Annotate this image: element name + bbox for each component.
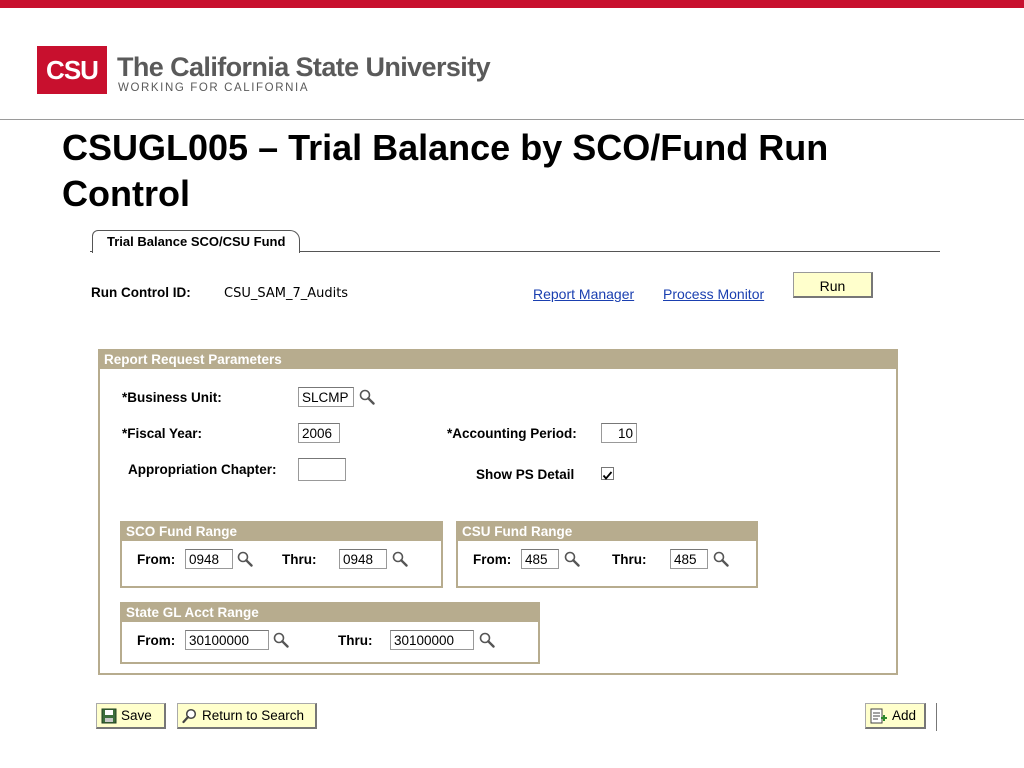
return-to-search-label: Return to Search: [202, 707, 305, 723]
run-control-value: CSU_SAM_7_Audits: [224, 286, 349, 301]
accounting-period-input[interactable]: 10: [601, 423, 637, 443]
slide-title: CSUGL005 – Trial Balance by SCO/Fund Run…: [62, 127, 829, 214]
sco-thru-label: Thru:: [282, 552, 317, 567]
csu-thru-input[interactable]: 485: [670, 549, 708, 569]
show-ps-detail-checkbox[interactable]: [601, 467, 614, 480]
gl-thru-lookup-icon[interactable]: [479, 632, 495, 648]
sco-thru-lookup-icon[interactable]: [392, 551, 408, 567]
gl-from-label: From:: [137, 633, 176, 648]
sco-fund-range-header: SCO Fund Range: [122, 523, 441, 541]
gl-from-input[interactable]: 30100000: [185, 630, 269, 650]
header-divider: [0, 119, 1024, 120]
return-to-search-button[interactable]: Return to Search: [177, 703, 317, 729]
run-control-label: Run Control ID:: [91, 285, 191, 300]
show-ps-detail-label: Show PS Detail: [476, 467, 575, 482]
sco-from-input[interactable]: 0948: [185, 549, 233, 569]
save-button[interactable]: Save: [96, 703, 166, 729]
business-unit-lookup-icon[interactable]: [359, 389, 375, 405]
top-accent-bar: [0, 0, 1024, 8]
add-label: Add: [892, 707, 917, 723]
toolbar-divider: [936, 703, 937, 731]
csu-thru-label: Thru:: [612, 552, 647, 567]
appropriation-chapter-input[interactable]: [298, 458, 346, 481]
csu-logo: CSU: [37, 46, 107, 94]
accounting-period-label: *Accounting Period:: [447, 426, 577, 441]
add-button[interactable]: Add: [865, 703, 926, 729]
fiscal-year-input[interactable]: 2006: [298, 423, 340, 443]
csu-from-lookup-icon[interactable]: [564, 551, 580, 567]
run-button[interactable]: Run: [793, 272, 873, 298]
csu-from-input[interactable]: 485: [521, 549, 559, 569]
csu-fund-range-header: CSU Fund Range: [458, 523, 756, 541]
csu-from-label: From:: [473, 552, 512, 567]
sco-from-lookup-icon[interactable]: [237, 551, 253, 567]
business-unit-label: *Business Unit:: [122, 390, 222, 405]
search-return-icon: [182, 708, 197, 723]
gl-from-lookup-icon[interactable]: [273, 632, 289, 648]
check-icon: [602, 471, 613, 480]
report-manager-link[interactable]: Report Manager: [533, 286, 634, 302]
gl-thru-input[interactable]: 30100000: [390, 630, 474, 650]
fiscal-year-label: *Fiscal Year:: [122, 426, 203, 441]
business-unit-input[interactable]: SLCMP: [298, 387, 354, 407]
brand-title: The California State University: [117, 52, 491, 82]
sco-from-label: From:: [137, 552, 176, 567]
save-label: Save: [121, 707, 152, 723]
floppy-disk-icon: [101, 708, 117, 723]
state-gl-acct-range-panel: State GL Acct Range: [120, 602, 540, 664]
tab-trial-balance[interactable]: Trial Balance SCO/CSU Fund: [92, 230, 301, 253]
panel-header: Report Request Parameters: [100, 351, 896, 369]
state-gl-acct-range-header: State GL Acct Range: [122, 604, 538, 622]
appropriation-chapter-label: Appropriation Chapter:: [128, 462, 277, 477]
csu-thru-lookup-icon[interactable]: [713, 551, 729, 567]
process-monitor-link[interactable]: Process Monitor: [663, 286, 764, 302]
sco-thru-input[interactable]: 0948: [339, 549, 387, 569]
brand-subtitle: WORKING FOR CALIFORNIA: [118, 82, 310, 94]
add-document-icon: [870, 708, 887, 723]
gl-thru-label: Thru:: [338, 633, 373, 648]
